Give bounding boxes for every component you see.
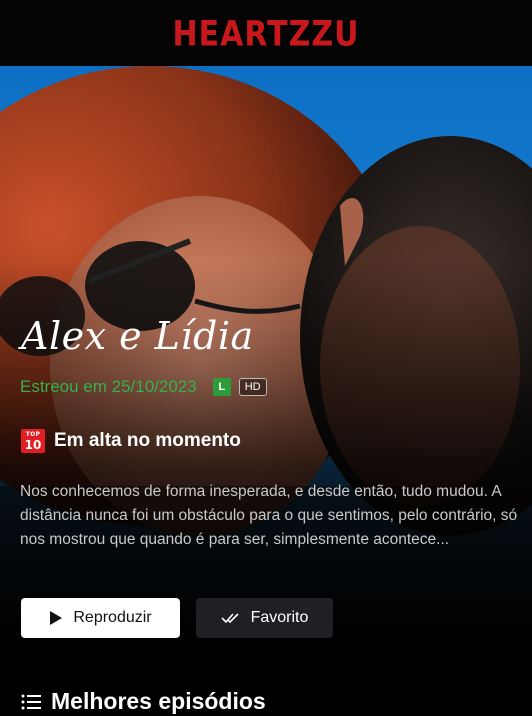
show-title: Alex e Lídia <box>21 314 254 358</box>
premiere-date: Estreou em 25/10/2023 <box>20 377 197 396</box>
quality-badge: HD <box>238 378 267 396</box>
play-button-label: Reproduzir <box>73 609 152 626</box>
trending-label: TOP 10 Em alta no momento <box>21 429 241 453</box>
app-header: HEARTZZU <box>0 0 532 66</box>
section-best-episodes: Melhores episódios <box>21 688 266 715</box>
favorite-button[interactable]: Favorito <box>196 598 333 638</box>
age-rating-badge: L <box>212 378 231 396</box>
top10-icon: TOP 10 <box>21 429 45 453</box>
show-meta: Estreou em 25/10/2023 L HD <box>20 377 267 397</box>
play-icon <box>50 611 63 625</box>
hero-banner: Alex e Lídia Estreou em 25/10/2023 L HD … <box>0 66 532 716</box>
favorite-button-label: Favorito <box>250 609 309 626</box>
show-description: Nos conhecemos de forma inesperada, e de… <box>20 483 518 548</box>
list-icon <box>21 694 41 709</box>
section-title: Melhores episódios <box>51 688 266 714</box>
double-check-icon <box>221 613 239 624</box>
trending-text: Em alta no momento <box>54 430 241 451</box>
brand-logo[interactable]: HEARTZZU <box>173 14 360 54</box>
play-button[interactable]: Reproduzir <box>21 598 180 638</box>
